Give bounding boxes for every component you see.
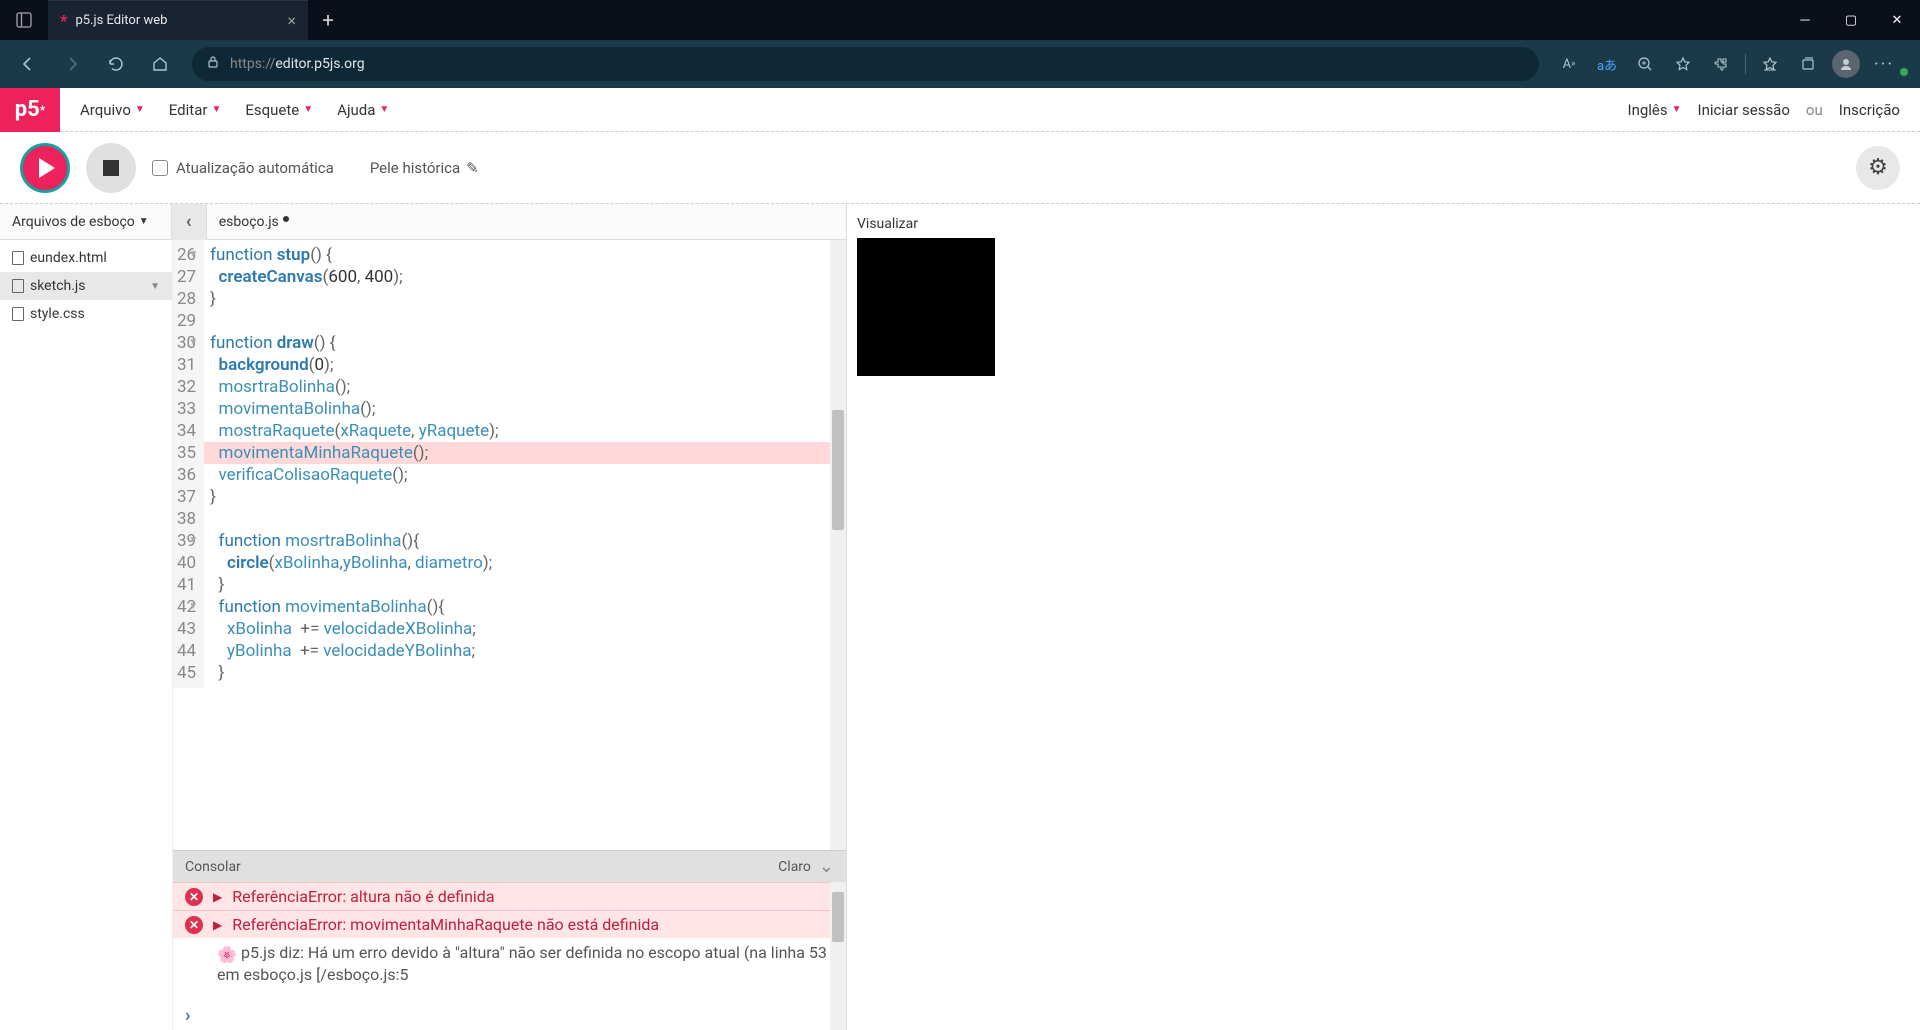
tab-actions-button[interactable] <box>0 0 48 40</box>
current-file-tab[interactable]: esboço.js <box>207 214 291 230</box>
status-dot <box>1900 68 1908 76</box>
collapse-sidebar-button[interactable]: ‹ <box>171 204 207 240</box>
close-tab-icon[interactable]: × <box>287 11 296 30</box>
file-item[interactable]: style.css <box>0 300 172 328</box>
console-header: Consolar Claro ⌄ <box>173 850 846 882</box>
tab-title: p5.js Editor web <box>75 13 279 28</box>
lock-icon <box>206 55 220 73</box>
more-button[interactable]: ··· <box>1866 44 1902 84</box>
console-theme[interactable]: Claro <box>778 859 811 875</box>
settings-button[interactable]: ⚙ <box>1856 146 1900 190</box>
reader-mode-icon[interactable]: A» <box>1551 44 1587 84</box>
profile-button[interactable] <box>1828 44 1864 84</box>
file-header: Arquivos de esboço ▼ ‹ esboço.js <box>0 204 846 240</box>
app-menubar: p5* Arquivo▼ Editar▼ Esquete▼ Ajuda▼ Ing… <box>0 88 1920 132</box>
code-editor[interactable]: 26▼27282930▼313233343536373839▼404142▼43… <box>173 240 846 850</box>
file-icon <box>12 251 24 265</box>
app-toolbar: Atualização automática Pele histórica ✎ … <box>0 132 1920 204</box>
stop-button[interactable] <box>86 143 136 193</box>
preview-label: Visualizar <box>857 212 1920 236</box>
browser-toolbar: https://editor.p5js.org A» aあ ··· <box>0 40 1920 88</box>
refresh-button[interactable] <box>96 44 136 84</box>
menu-edit[interactable]: Editar▼ <box>169 101 222 119</box>
menu-file[interactable]: Arquivo▼ <box>80 101 145 119</box>
window-maximize[interactable]: ▢ <box>1828 0 1874 40</box>
window-titlebar: * p5.js Editor web × + ─ ▢ ✕ <box>0 0 1920 40</box>
translate-icon[interactable]: aあ <box>1589 44 1625 84</box>
file-item[interactable]: eundex.html <box>0 244 172 272</box>
menu-sketch[interactable]: Esquete▼ <box>245 101 313 119</box>
or-label: ou <box>1806 101 1823 119</box>
unsaved-dot <box>283 216 289 222</box>
p5-logo[interactable]: p5* <box>0 88 60 132</box>
url-text: https://editor.p5js.org <box>230 56 365 72</box>
expand-icon[interactable]: ▶ <box>213 918 222 932</box>
home-button[interactable] <box>140 44 180 84</box>
editor-scrollbar[interactable] <box>830 240 846 850</box>
address-bar[interactable]: https://editor.p5js.org <box>192 47 1539 81</box>
console-error[interactable]: ✕▶ReferênciaError: altura não é definida <box>173 882 846 910</box>
file-sidebar: eundex.htmlsketch.js▼style.css <box>0 240 173 1030</box>
file-item[interactable]: sketch.js▼ <box>0 272 172 300</box>
favorite-icon[interactable] <box>1665 44 1701 84</box>
console-title: Consolar <box>185 859 241 875</box>
favorites-bar-icon[interactable] <box>1752 44 1788 84</box>
expand-icon[interactable]: ▶ <box>213 890 222 904</box>
console-message: 🌸 p5.js diz: Há um erro devido à "altura… <box>173 938 846 990</box>
console-prompt[interactable]: › <box>185 1005 190 1026</box>
extensions-icon[interactable] <box>1703 44 1739 84</box>
browser-tab[interactable]: * p5.js Editor web × <box>48 0 308 40</box>
edit-icon[interactable]: ✎ <box>466 159 479 177</box>
error-icon: ✕ <box>185 916 203 934</box>
lang-dropdown[interactable]: Inglês▼ <box>1627 101 1681 119</box>
file-icon <box>12 307 24 321</box>
back-button[interactable] <box>8 44 48 84</box>
file-icon <box>12 279 24 293</box>
preview-panel: Visualizar <box>847 204 1920 1030</box>
new-tab-button[interactable]: + <box>308 0 348 40</box>
collections-icon[interactable] <box>1790 44 1826 84</box>
play-button[interactable] <box>20 143 70 193</box>
error-icon: ✕ <box>185 888 203 906</box>
sketch-name[interactable]: Pele histórica ✎ <box>370 159 479 177</box>
auto-update-checkbox[interactable] <box>152 160 168 176</box>
console-scrollbar[interactable] <box>830 882 846 1030</box>
files-dropdown[interactable]: Arquivos de esboço ▼ <box>0 214 161 230</box>
preview-canvas <box>857 238 995 376</box>
auto-update-label: Atualização automática <box>176 159 334 177</box>
signup-link[interactable]: Inscrição <box>1839 101 1900 119</box>
window-close[interactable]: ✕ <box>1874 0 1920 40</box>
console-body: ✕▶ReferênciaError: altura não é definida… <box>173 882 846 1030</box>
flower-icon: 🌸 <box>217 944 237 964</box>
window-minimize[interactable]: ─ <box>1782 0 1828 40</box>
menu-help[interactable]: Ajuda▼ <box>337 101 389 119</box>
p5-favicon: * <box>60 11 67 30</box>
console-error[interactable]: ✕▶ReferênciaError: movimentaMinhaRaquete… <box>173 910 846 938</box>
forward-button <box>52 44 92 84</box>
login-link[interactable]: Iniciar sessão <box>1698 101 1790 119</box>
chevron-down-icon[interactable]: ⌄ <box>819 856 834 877</box>
zoom-icon[interactable] <box>1627 44 1663 84</box>
